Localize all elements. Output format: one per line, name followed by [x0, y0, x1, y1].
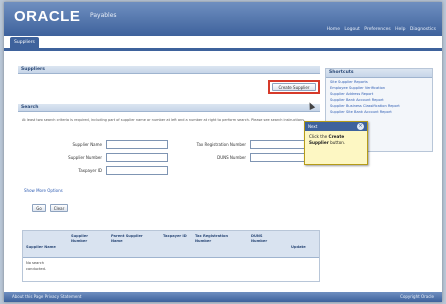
- column-header[interactable]: Supplier Name: [26, 245, 62, 250]
- global-link-logout[interactable]: Logout: [344, 27, 359, 32]
- tab-suppliers[interactable]: Suppliers: [10, 37, 39, 48]
- supplier-number-label: Supplier Number: [68, 155, 102, 160]
- product-name: Payables: [90, 12, 117, 19]
- show-more-options-link[interactable]: Show More Options: [24, 188, 63, 193]
- global-link-help[interactable]: Help: [395, 27, 405, 32]
- results-table: Supplier Name Supplier Number Parent Sup…: [22, 230, 320, 282]
- table-row: conducted.: [26, 267, 47, 271]
- shortcut-link[interactable]: Supplier Address Report: [330, 92, 428, 96]
- global-link-home[interactable]: Home: [327, 27, 340, 32]
- close-icon[interactable]: ×: [357, 123, 364, 130]
- table-header: Supplier Name Supplier Number Parent Sup…: [23, 231, 319, 258]
- column-header[interactable]: Supplier Number: [71, 234, 95, 244]
- shortcut-link[interactable]: Site Supplier Reports: [330, 80, 428, 84]
- go-button[interactable]: Go: [32, 204, 46, 212]
- search-instructions: At least two search criteria is required…: [22, 118, 306, 122]
- tax-registration-input[interactable]: [250, 140, 312, 149]
- tutorial-callout: Next × Click the Create Supplier button.: [304, 121, 368, 165]
- brand-bar: ORACLE Payables Home Logout Preferences …: [4, 2, 442, 36]
- column-header[interactable]: Taxpayer ID: [163, 234, 187, 239]
- duns-number-input[interactable]: [250, 153, 312, 162]
- taxpayer-id-label: Taxpayer ID: [78, 168, 102, 173]
- shortcut-link[interactable]: Supplier Site Bank Account Report: [330, 110, 428, 114]
- column-header[interactable]: DUNS Number: [251, 234, 275, 244]
- search-header: Search: [18, 104, 320, 112]
- supplier-number-input[interactable]: [106, 153, 168, 162]
- app-window: ORACLE Payables Home Logout Preferences …: [4, 2, 442, 302]
- global-link-preferences[interactable]: Preferences: [364, 27, 390, 32]
- taxpayer-id-input[interactable]: [106, 166, 168, 175]
- highlight-box: [268, 80, 320, 94]
- duns-number-label: DUNS Number: [217, 155, 246, 160]
- shortcut-link[interactable]: Supplier Bank Account Report: [330, 98, 428, 102]
- table-row: No search: [26, 261, 44, 265]
- global-links: Home Logout Preferences Help Diagnostics: [324, 27, 436, 32]
- shortcut-link[interactable]: Supplier Business Classification Report: [330, 104, 428, 108]
- copyright: Copyright Oracle: [400, 294, 434, 299]
- tax-registration-label: Tax Registration Number: [196, 142, 246, 147]
- footer-links[interactable]: About this Page Privacy Statement: [12, 292, 81, 302]
- tab-bar: Suppliers: [4, 36, 442, 51]
- column-header[interactable]: Tax Registration Number: [195, 234, 241, 244]
- callout-text: Click the Create Supplier button.: [309, 134, 346, 145]
- global-link-diagnostics[interactable]: Diagnostics: [410, 27, 436, 32]
- footer-bar: About this Page Privacy Statement Copyri…: [4, 292, 442, 302]
- oracle-logo: ORACLE: [14, 8, 81, 25]
- clear-button[interactable]: Clear: [50, 204, 68, 212]
- suppliers-header: Suppliers: [18, 66, 320, 74]
- supplier-name-input[interactable]: [106, 140, 168, 149]
- main-content: Suppliers Create Supplier Search At leas…: [18, 66, 320, 290]
- shortcut-link[interactable]: Employee Supplier Verification: [330, 86, 428, 90]
- supplier-name-label: Supplier Name: [72, 142, 102, 147]
- column-header[interactable]: Update: [291, 245, 315, 250]
- shortcuts-title: Shortcuts: [326, 69, 432, 78]
- column-header[interactable]: Parent Supplier Name: [111, 234, 147, 244]
